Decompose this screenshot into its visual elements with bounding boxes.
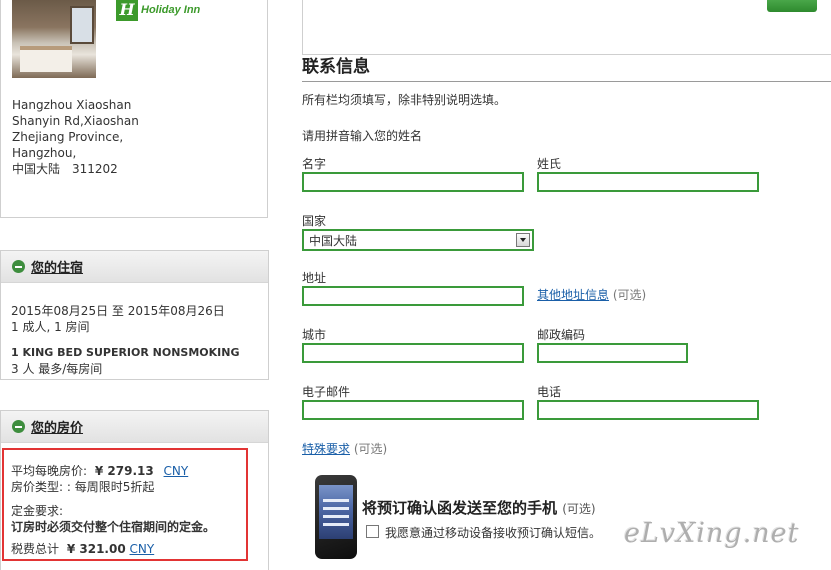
special-request-row: 特殊要求 (可选)	[302, 442, 388, 456]
room-type: 1 KING BED SUPERIOR NONSMOKING	[11, 346, 240, 359]
other-address-row: 其他地址信息 (可选)	[537, 288, 647, 302]
country-selected-value: 中国大陆	[309, 233, 358, 248]
price-panel-header[interactable]: 您的房价	[1, 411, 268, 443]
stay-panel: 您的住宿 2015年08月25日 至 2015年08月26日 1 成人, 1 房…	[0, 250, 269, 380]
holiday-inn-h-icon: H	[116, 0, 138, 21]
mobile-phone-icon	[315, 475, 357, 559]
country-label: 国家	[302, 214, 327, 228]
postcode-input[interactable]	[537, 343, 688, 363]
required-note: 所有栏均须填写，除非特别说明选填。	[302, 93, 507, 107]
collapse-minus-icon[interactable]	[12, 420, 25, 433]
city-label: 城市	[302, 328, 327, 342]
phone-input[interactable]	[537, 400, 759, 420]
postcode-label: 邮政编码	[537, 328, 586, 342]
watermark: eLvXing.net	[624, 518, 800, 549]
last-name-label: 姓氏	[537, 157, 562, 171]
special-request-link[interactable]: 特殊要求	[302, 442, 350, 456]
hotel-photo	[12, 0, 96, 78]
room-occupancy: 3 人 最多/每房间	[11, 362, 103, 376]
holiday-inn-logo: H Holiday Inn	[116, 0, 200, 21]
top-green-button[interactable]	[767, 0, 817, 12]
top-panel	[302, 0, 831, 55]
stay-panel-header[interactable]: 您的住宿	[1, 251, 268, 283]
phone-label: 电话	[537, 385, 562, 399]
stay-dates: 2015年08月25日 至 2015年08月26日	[11, 304, 225, 318]
first-name-label: 名字	[302, 157, 327, 171]
sms-title: 将预订确认函发送至您的手机 (可选)	[362, 499, 596, 517]
email-label: 电子邮件	[302, 385, 351, 399]
section-divider	[302, 81, 831, 82]
highlight-frame	[2, 448, 248, 561]
address-input[interactable]	[302, 286, 524, 306]
price-panel-title[interactable]: 您的房价	[31, 417, 83, 436]
hotel-summary: H Holiday Inn Hangzhou Xiaoshan Shanyin …	[0, 0, 268, 218]
collapse-minus-icon[interactable]	[12, 260, 25, 273]
email-input[interactable]	[302, 400, 524, 420]
last-name-input[interactable]	[537, 172, 759, 192]
dropdown-arrow-icon[interactable]	[516, 233, 530, 247]
stay-panel-title[interactable]: 您的住宿	[31, 257, 83, 276]
sms-consent-checkbox[interactable]	[366, 525, 379, 538]
address-label: 地址	[302, 271, 327, 285]
pinyin-note: 请用拼音输入您的姓名	[302, 129, 423, 143]
other-address-link[interactable]: 其他地址信息	[537, 288, 609, 302]
stay-guests: 1 成人, 1 房间	[11, 320, 90, 334]
sms-consent-label[interactable]: 我愿意通过移动设备接收预订确认短信。	[385, 524, 601, 541]
contact-title: 联系信息	[302, 57, 370, 77]
country-select[interactable]: 中国大陆	[302, 229, 534, 251]
first-name-input[interactable]	[302, 172, 524, 192]
hotel-address: Hangzhou Xiaoshan Shanyin Rd,Xiaoshan Zh…	[12, 98, 139, 176]
city-input[interactable]	[302, 343, 524, 363]
